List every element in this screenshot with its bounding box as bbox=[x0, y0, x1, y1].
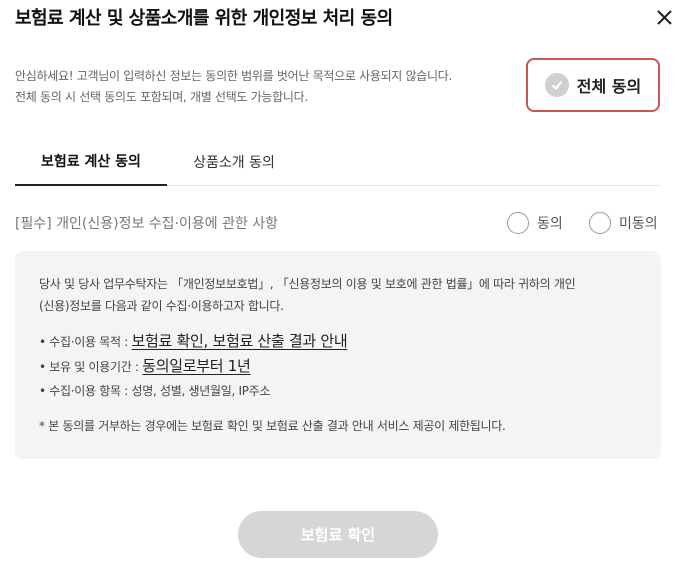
info-item-purpose: • 수집·이용 목적 : 보험료 확인, 보험료 산출 결과 안내 bbox=[39, 329, 637, 354]
notice-text: 안심하세요! 고객님이 입력하신 정보는 동의한 범위를 벗어난 목적으로 사용… bbox=[15, 66, 452, 108]
info-intro: 당사 및 당사 업무수탁자는 「개인정보보호법」, 「신용정보의 이용 및 보호… bbox=[39, 273, 637, 317]
info-intro-line-1: 당사 및 당사 업무수탁자는 「개인정보보호법」, 「신용정보의 이용 및 보호… bbox=[39, 277, 576, 291]
all-agree-label: 전체 동의 bbox=[576, 77, 642, 96]
confirm-premium-button[interactable]: 보험료 확인 bbox=[238, 511, 438, 558]
disagree-radio[interactable] bbox=[589, 212, 611, 234]
info-footnote: * 본 동의를 거부하는 경우에는 보험료 확인 및 보험료 산출 결과 안내 … bbox=[39, 419, 506, 433]
close-button[interactable] bbox=[652, 4, 678, 30]
info-item-prefix: • 보유 및 이용기간 : bbox=[39, 360, 143, 374]
section-title: [필수] 개인(신용)정보 수집·이용에 관한 사항 bbox=[15, 216, 279, 232]
agree-radio-option[interactable]: 동의 bbox=[507, 212, 563, 234]
info-intro-line-2: (신용)정보를 다음과 같이 수집·이용하고자 합니다. bbox=[39, 299, 284, 313]
notice-line-1: 안심하세요! 고객님이 입력하신 정보는 동의한 범위를 벗어난 목적으로 사용… bbox=[15, 69, 453, 83]
info-item-retention: • 보유 및 이용기간 : 동의일로부터 1년 bbox=[39, 354, 637, 379]
tab-premium-calculation[interactable]: 보험료 계산 동의 bbox=[15, 138, 167, 186]
notice-line-2: 전체 동의 시 선택 동의도 포함되며, 개별 선택도 가능합니다. bbox=[15, 90, 308, 104]
info-item-prefix: • 수집·이용 항목 : 성명, 성별, 생년월일, IP주소 bbox=[39, 384, 271, 398]
close-icon bbox=[657, 10, 672, 25]
info-item-value: 보험료 확인, 보험료 산출 결과 안내 bbox=[131, 332, 348, 350]
info-item-value: 동의일로부터 1년 bbox=[142, 357, 251, 375]
disagree-radio-label: 미동의 bbox=[619, 216, 658, 232]
info-item-prefix: • 수집·이용 목적 : bbox=[39, 335, 132, 349]
all-agree-button[interactable]: 전체 동의 bbox=[526, 58, 660, 112]
tab-product-introduction[interactable]: 상품소개 동의 bbox=[167, 138, 301, 186]
agree-radio[interactable] bbox=[507, 212, 529, 234]
consent-tabs: 보험료 계산 동의 상품소개 동의 bbox=[15, 138, 661, 186]
info-list: • 수집·이용 목적 : 보험료 확인, 보험료 산출 결과 안내 • 보유 및… bbox=[39, 329, 637, 403]
dialog-title: 보험료 계산 및 상품소개를 위한 개인정보 처리 동의 bbox=[15, 8, 393, 29]
info-item-collected-fields: • 수집·이용 항목 : 성명, 성별, 생년월일, IP주소 bbox=[39, 379, 637, 403]
disagree-radio-option[interactable]: 미동의 bbox=[589, 212, 658, 234]
check-circle-icon bbox=[544, 73, 569, 97]
consent-info-box: 당사 및 당사 업무수탁자는 「개인정보보호법」, 「신용정보의 이용 및 보호… bbox=[15, 251, 661, 459]
agree-radio-label: 동의 bbox=[537, 216, 563, 232]
